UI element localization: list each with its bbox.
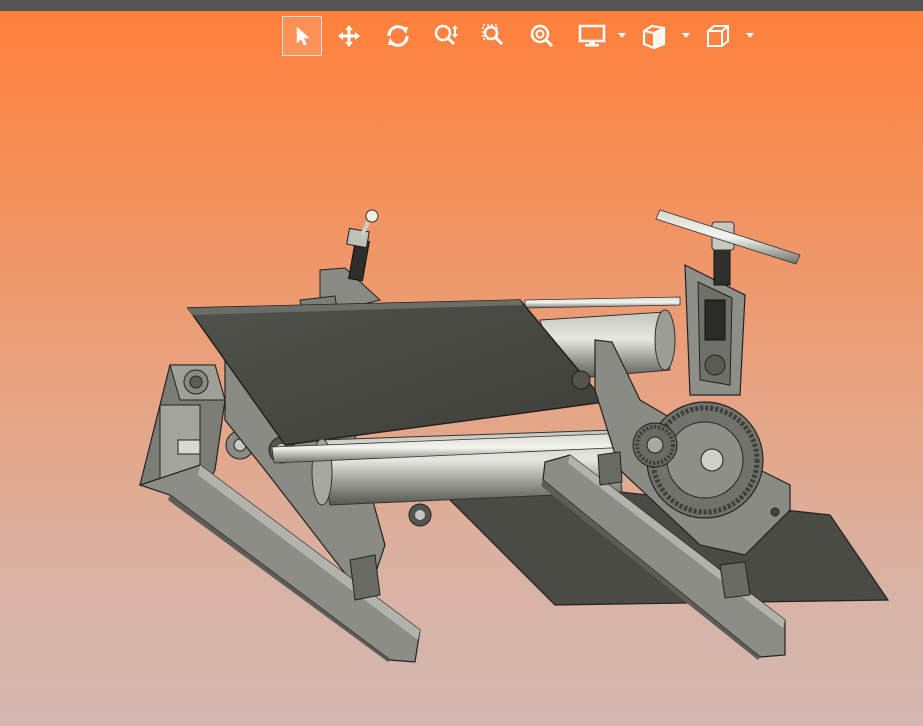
cad-model-view[interactable] xyxy=(0,0,923,726)
chevron-down-icon xyxy=(618,33,626,38)
section-view-icon xyxy=(642,24,666,50)
display-mode-button[interactable] xyxy=(572,16,612,56)
pan-move-icon xyxy=(338,25,360,47)
section-view-button[interactable] xyxy=(634,16,674,56)
rotate-icon xyxy=(387,25,409,47)
display-mode-icon xyxy=(578,24,606,47)
select-pointer-icon xyxy=(296,26,310,46)
section-view-dropdown[interactable] xyxy=(682,32,690,40)
3d-viewport[interactable] xyxy=(0,0,923,726)
select-tool-button[interactable] xyxy=(282,16,322,56)
chevron-down-icon xyxy=(746,33,754,38)
view-orientation-button[interactable] xyxy=(698,16,738,56)
back-guide-rod xyxy=(524,296,681,309)
view-orientation-cube-icon xyxy=(707,25,729,47)
view-toolbar xyxy=(280,16,770,58)
zoom-window-icon xyxy=(482,24,504,46)
left-adjust-screw xyxy=(346,209,379,282)
display-mode-dropdown[interactable] xyxy=(618,32,626,40)
zoom-fit-button[interactable] xyxy=(522,16,562,56)
zoom-tool-button[interactable] xyxy=(426,16,466,56)
view-orientation-dropdown[interactable] xyxy=(746,32,754,40)
zoom-window-button[interactable] xyxy=(474,16,514,56)
zoom-in-out-icon xyxy=(434,24,458,46)
rotate-tool-button[interactable] xyxy=(378,16,418,56)
chevron-down-icon xyxy=(682,33,690,38)
right-t-handle xyxy=(655,209,801,286)
zoom-fit-icon xyxy=(530,24,554,48)
pan-tool-button[interactable] xyxy=(329,16,369,56)
